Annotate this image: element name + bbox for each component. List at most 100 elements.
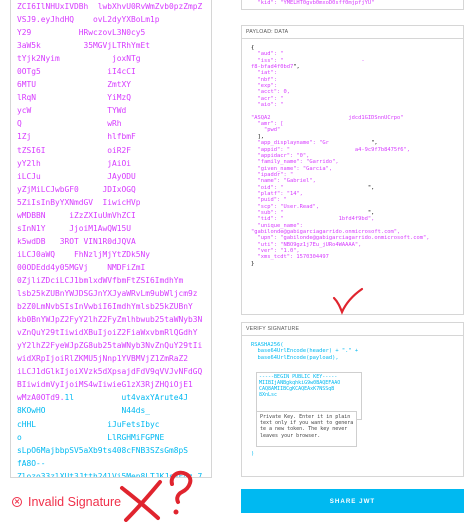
decoded-column: "kid": "YMELHT0gvb0mxoD0sff0mjpfjYU" PAY… <box>241 0 464 522</box>
payload-segment: lsb25kZUBnYWJDSGJnYXJyaWRvLm9ubWljcm9z <box>17 289 198 299</box>
cross-annotation-b <box>124 480 162 522</box>
verify-signature-title: VERIFY SIGNATURE <box>242 323 463 336</box>
private-key-textarea[interactable]: Private Key. Enter it in plain text only… <box>256 411 357 447</box>
share-jwt-button[interactable]: SHARE JWT <box>241 489 464 513</box>
payload-token <box>283 210 367 216</box>
encoded-line: iLCJ0aWQ FhNzljMjYtZDk5Ny <box>17 248 211 261</box>
payload-segment <box>31 132 107 141</box>
payload-token: "ver": "1.0", <box>251 248 300 254</box>
payload-line: } <box>251 261 463 267</box>
payload-token: "platf": "14", <box>251 190 303 197</box>
payload-token: "given_name": "Garcia", <box>251 165 333 172</box>
payload-token <box>283 185 367 191</box>
payload-segment: yY2lhZ2FyeWJpZG8ub25taWNyb3NvZnQuY29tIi <box>17 341 203 351</box>
encoded-line: 6MTU ZmtXY <box>17 78 211 91</box>
encoded-line: 0OTg5 iI4cCI <box>17 65 211 78</box>
verify-closing-paren: ) <box>251 451 255 457</box>
payload-segment: JDIxOGQ <box>102 184 136 194</box>
payload-title: PAYLOAD: DATA <box>242 26 463 39</box>
payload-segment: BIiwidmVyIjoiMS4wIiwieG1zX3RjZHQiOjE1 <box>17 380 193 390</box>
encoded-line: sInN1Y JjoiM1AwQW15U <box>17 222 211 235</box>
payload-segment <box>55 250 74 259</box>
payload-segment: joxNTg <box>112 54 141 64</box>
signature-segment: iJuFetsIbyc <box>107 419 160 429</box>
encoded-line: yY2lh jAiOi <box>17 157 211 170</box>
payload-segment: 3ROT VIN1R0dJQVA <box>59 236 136 246</box>
encoded-line: wMDBBN iZzZXIuUmVhZCI <box>17 209 211 222</box>
payload-token: a4-9c9f7b8475f6", <box>354 146 411 153</box>
payload-segment: yZjMiLCJwbGF0 <box>17 184 79 194</box>
payload-segment: IiwicHVp <box>102 197 141 207</box>
payload-json-editor[interactable]: { "aud": " "iss": " - f8-bfad4f0bd7", "ia… <box>242 39 463 267</box>
payload-segment <box>41 67 108 76</box>
encoded-token-panel[interactable]: ZCI6IlNHUxIVDBh lwbXhvU0RvWmZvb0pzZmpZ VS… <box>10 0 212 478</box>
payload-segment <box>31 28 79 37</box>
payload-segment: widXRpIjoiRlZKMU5jNnp1YVBMVjZ1ZmRaZ2 <box>17 354 189 364</box>
payload-segment: 0ZjliZDciLCJ1bmlxdWVfbmFtZSI6 <box>17 275 155 285</box>
payload-token: ", <box>293 64 300 71</box>
payload-token: "ipaddr": " <box>251 171 294 178</box>
payload-segment <box>41 172 108 181</box>
payload-token: { <box>251 45 255 51</box>
encoded-line: widXRpIjoiRlZKMU5jNnp1YVBMVjZ1ZmRaZ2 <box>17 352 211 365</box>
payload-segment: ycW <box>17 106 32 116</box>
payload-segment: yY2lh <box>17 158 41 168</box>
invalid-signature-label: Invalid Signature <box>28 495 122 509</box>
encoded-line: 1Zj hlfbmF <box>17 130 211 143</box>
payload-segment: FhNzljMjYtZDk5Ny <box>74 249 151 259</box>
encoded-line: 8KOwHO N44ds_ <box>17 404 211 417</box>
payload-segment: kb0BnYWJpZ2FyY2lhZ2FyZmlhbwub25taWNyb3N <box>17 315 203 325</box>
payload-segment <box>36 80 107 89</box>
encoded-token-textarea[interactable]: ZCI6IlNHUxIVDBh lwbXhvU0RvWmZvb0pzZmpZ VS… <box>17 0 211 477</box>
payload-segment <box>93 198 103 207</box>
signature-segment: 1l <box>64 393 75 403</box>
encoded-line: 5ZiIsInByYXNmdGV IiwicHVp <box>17 196 211 209</box>
payload-segment: jAiOi <box>107 158 132 168</box>
payload-segment <box>88 2 98 11</box>
verify-formula: RSASHA256( base64UrlEncode(header) + "."… <box>242 336 463 361</box>
payload-segment <box>22 119 108 128</box>
encoded-line: b2Z0LmNvbSIsInVwbiI6ImdhYmlsb25kZUBnY <box>17 300 211 313</box>
payload-segment: wMDBBN <box>17 210 46 220</box>
payload-segment: lwbXhvU0RvWmZvb0pzZmpZ <box>97 2 203 11</box>
payload-segment: 0OTg5 <box>17 67 41 77</box>
header-json[interactable]: "kid": "YMELHT0gvb0mxoD0sff0mjpfjYU" <box>242 0 463 6</box>
payload-token: ], <box>251 133 264 140</box>
payload-token: "aud": " <box>251 51 284 58</box>
encoded-line: Y29 HRwczovL3N0cy5 <box>17 26 211 39</box>
encoded-line: ZCI6IlNHUxIVDBh lwbXhvU0RvWmZvb0pzZmpZ <box>17 0 211 13</box>
payload-segment <box>22 433 108 442</box>
payload-segment: VSJ9.eyJhdHQ <box>17 15 75 25</box>
header-kid-line: "kid": "YMELHT0gvb0mxoD0sff0mjpfjYU" <box>251 0 375 6</box>
payload-segment: hlfbmF <box>107 132 136 142</box>
encoded-line: o LlRGHMiFGPNE <box>17 431 211 444</box>
payload-token: ", <box>367 209 375 216</box>
encoded-line: iLCJu JAyODU <box>17 170 211 183</box>
payload-segment: iI4cCI <box>107 67 136 77</box>
payload-segment <box>31 106 107 115</box>
payload-token: "exp": <box>251 83 281 90</box>
encoded-line: Zlozo33zlXUt3Jtth24lVi5Mep8LTJKJs4F4z_7 <box>17 470 211 477</box>
payload-token: "sub": " <box>251 209 284 216</box>
payload-segment: TYWd <box>107 106 127 116</box>
payload-segment <box>36 93 107 102</box>
encoded-line: tZSI6I oiR2F <box>17 144 211 157</box>
encoded-line: tYjk2Nyim joxNTg <box>17 52 211 65</box>
payload-segment: wMzA0OTd9. <box>17 393 65 403</box>
encoded-line: k5wdDB 3ROT VIN1R0dJQVA <box>17 235 211 248</box>
encoded-line: iLCJ1dGlkIjoiXVzk5dXpsajdFdV9qVVJvNFdGQ <box>17 365 211 378</box>
payload-segment: iLCJ0aWQ <box>17 249 56 259</box>
encoded-line: fA8O-- <box>17 457 211 470</box>
encoded-line: kb0BnYWJpZ2FyY2lhZ2FyZmlhbwub25taWNyb3N <box>17 313 211 326</box>
payload-segment: iLCJu <box>17 171 41 181</box>
payload-token: "amr": [ <box>251 121 284 128</box>
payload-token: "iss": " <box>251 57 284 64</box>
payload-token <box>283 58 361 64</box>
payload-token: } <box>251 260 255 267</box>
encoded-line: 00ODEdd4y05MGVj NMDFiZmI <box>17 261 211 274</box>
payload-segment <box>74 393 122 402</box>
payload-token: "pwd" <box>251 127 281 134</box>
payload-token: "tid": " <box>251 216 284 223</box>
signature-segment: LlRGHMiFGPNE <box>107 432 165 442</box>
question-mark-dot <box>173 509 179 515</box>
